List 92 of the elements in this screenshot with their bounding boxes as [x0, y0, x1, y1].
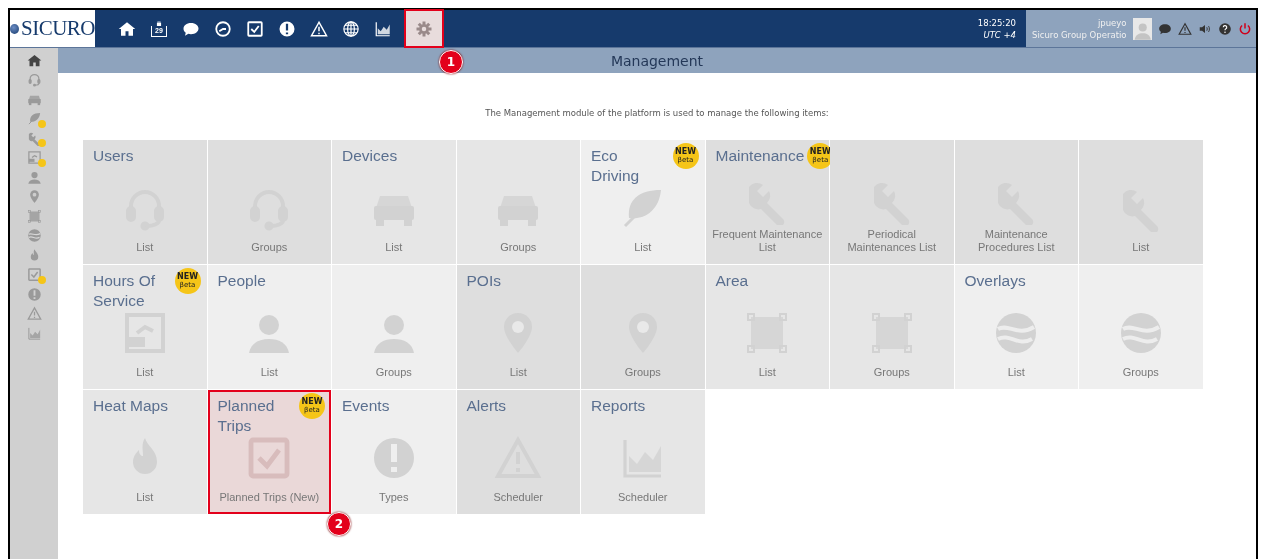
- user-group: Sicuro Group Operatio: [1032, 28, 1127, 41]
- tile-label: Groups: [1122, 366, 1159, 379]
- tile-label: List: [1132, 241, 1150, 254]
- power-icon[interactable]: [1238, 21, 1252, 36]
- tile-title: Alerts: [466, 396, 507, 416]
- tile-title: Hours Of Service: [93, 271, 156, 311]
- chat-icon[interactable]: [1158, 21, 1172, 36]
- module-tile[interactable]: People List: [207, 265, 331, 389]
- tile-label: Scheduler: [493, 491, 543, 504]
- logo[interactable]: SICURO: [10, 10, 95, 47]
- tile-label: Groups: [624, 366, 661, 379]
- tile-title: Area: [715, 271, 749, 291]
- tile-title: Reports: [591, 396, 646, 416]
- settings-icon: [415, 19, 433, 38]
- tile-title: Eco Driving: [591, 146, 641, 186]
- avatar[interactable]: [1132, 17, 1152, 40]
- headset-icon: [26, 72, 42, 87]
- tile-label: Groups: [873, 366, 910, 379]
- new-dot: [38, 139, 46, 147]
- warning-icon: [26, 306, 42, 321]
- tile-label: Groups: [375, 366, 412, 379]
- tile-label: Maintenance Procedures List: [977, 228, 1056, 254]
- module-tile[interactable]: Overlays List: [954, 265, 1078, 389]
- module-tile[interactable]: Groups: [207, 140, 331, 264]
- chart-car-icon: [26, 150, 42, 165]
- tile-title: People: [217, 271, 266, 291]
- home-icon: [26, 52, 42, 68]
- tile-label: List: [509, 366, 527, 379]
- tile-title: Events: [342, 396, 390, 416]
- tile-label: List: [1007, 366, 1025, 379]
- tile-title: Devices: [342, 146, 398, 166]
- exclamation-icon: [26, 286, 42, 302]
- module-tile[interactable]: Maintenance Procedures List: [954, 140, 1078, 264]
- globe-icon: [342, 19, 360, 38]
- square-icon: [26, 208, 42, 224]
- module-tile[interactable]: Heat Maps List: [83, 390, 207, 514]
- warning-icon: [310, 19, 328, 38]
- new-dot: [38, 275, 46, 284]
- module-tile[interactable]: Groups: [456, 140, 580, 264]
- person-icon: [26, 169, 42, 185]
- module-tile[interactable]: Groups: [332, 265, 456, 389]
- callout-marker: 2: [327, 512, 351, 536]
- tile-label: Periodical Maintenances List: [846, 228, 938, 254]
- tile-label: Types: [379, 491, 409, 504]
- module-tile[interactable]: POIs List: [456, 265, 580, 389]
- leaf-icon: [26, 111, 42, 126]
- checkbox-icon: [26, 267, 42, 282]
- tile-label: List: [385, 241, 403, 254]
- chart-icon: [374, 19, 392, 38]
- exclamation-icon: [278, 19, 296, 38]
- module-tile[interactable]: Area List: [705, 265, 829, 389]
- warning-icon[interactable]: [1178, 21, 1192, 36]
- tile-label: List: [136, 241, 154, 254]
- module-tile[interactable]: Reports Scheduler: [581, 390, 705, 514]
- new-dot: [38, 119, 46, 128]
- sphere-icon: [26, 228, 42, 243]
- tile-label: List: [136, 491, 154, 504]
- module-tile[interactable]: Alerts Scheduler: [456, 390, 580, 514]
- tile-label: Frequent Maintenance List: [711, 228, 823, 254]
- user-name: jpueyo: [1097, 16, 1127, 29]
- tile-title: Planned Trips: [217, 396, 276, 436]
- tile-label: Scheduler: [617, 491, 668, 504]
- tile-label: Groups: [500, 241, 537, 254]
- tile-title: Heat Maps: [93, 396, 168, 416]
- checkbox-icon: [246, 19, 264, 38]
- clock-icon: [214, 19, 232, 38]
- help-icon[interactable]: [1218, 21, 1232, 36]
- tile-title: Users: [93, 146, 134, 166]
- new-dot: [38, 158, 46, 167]
- module-tile[interactable]: List: [1079, 140, 1203, 264]
- module-tile[interactable]: Events Types: [332, 390, 456, 514]
- time-zone: UTC +4: [983, 28, 1016, 41]
- module-tile[interactable]: Groups: [830, 265, 954, 389]
- tile-label: List: [136, 366, 154, 379]
- tile-label: Groups: [251, 241, 288, 254]
- tile-title: POIs: [466, 271, 501, 291]
- module-tile[interactable]: Devices List: [332, 140, 456, 264]
- module-tile[interactable]: Groups: [1079, 265, 1203, 389]
- chart-icon: [26, 325, 42, 341]
- tile-label: List: [758, 366, 776, 379]
- logo-text: SICURO: [20, 16, 95, 41]
- logo-ball-icon: [10, 23, 19, 34]
- module-tile[interactable]: Periodical Maintenances List: [830, 140, 954, 264]
- tile-label: List: [634, 241, 652, 254]
- module-tile[interactable]: Users List: [83, 140, 207, 264]
- tile-title: Overlays: [964, 271, 1026, 291]
- intro-text: The Management module of the platform is used to manage the following items:: [484, 108, 830, 118]
- tile-title: Maintenance: [715, 146, 805, 166]
- module-tile[interactable]: Groups: [581, 265, 705, 389]
- tile-label: List: [260, 366, 278, 379]
- clock-time: 18:25:20: [977, 16, 1016, 29]
- tile-label: Planned Trips (New): [219, 491, 320, 504]
